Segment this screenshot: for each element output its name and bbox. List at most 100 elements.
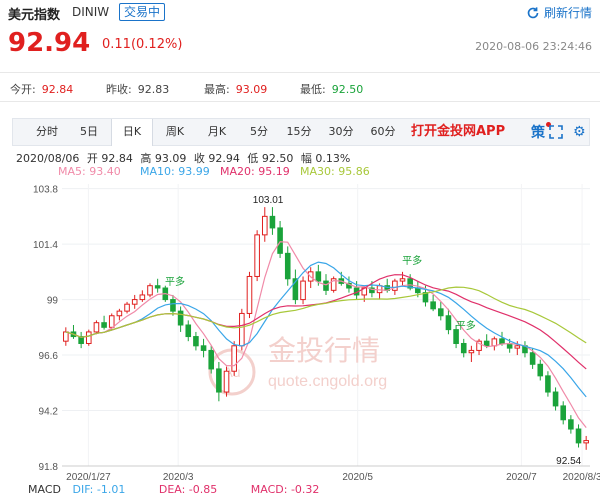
y-tick-label: 94.2 <box>39 407 59 418</box>
tab-monthly-k[interactable]: 月K <box>197 119 237 145</box>
tab-5min[interactable]: 5分 <box>241 119 277 145</box>
candle-body <box>568 419 574 430</box>
candle-body <box>483 340 490 347</box>
kline-chart[interactable]: 103.8 101.4 99 96.6 94.2 91.8 2020/1/27 2020/3 2… <box>0 178 600 483</box>
candle-body <box>63 331 69 342</box>
instrument-symbol: DINIW <box>72 5 110 19</box>
candle-body <box>445 315 452 331</box>
stat-open: 今开: 92.84 <box>10 81 73 97</box>
tab-daily-k[interactable]: 日K <box>111 119 153 146</box>
instrument-title: 美元指数 <box>8 8 61 23</box>
tab-5day[interactable]: 5日 <box>69 119 109 145</box>
candle-body <box>460 342 467 354</box>
candle-body <box>537 363 544 377</box>
stat-value: 92.83 <box>137 83 170 96</box>
stat-high: 最高: 93.09 <box>204 81 267 97</box>
ohlc-amplitude: 幅 0.13% <box>300 152 351 165</box>
x-tick-label: 2020/8/3 <box>563 472 600 483</box>
candle-body <box>399 278 406 282</box>
watermark-url: quote.cngold.org <box>268 373 387 390</box>
trading-status-badge: 交易中 <box>119 3 166 21</box>
candle-body <box>491 338 498 347</box>
y-tick-label: 96.6 <box>39 351 59 362</box>
x-tick-label: 2020/1/27 <box>66 472 111 483</box>
y-tick-label: 99 <box>47 296 59 307</box>
macd-legend: MACD DIF: -1.01 DEA: -0.85 MACD: -0.32 <box>28 483 319 496</box>
ma20-legend: MA20: 95.19 <box>220 165 290 178</box>
signal-label: 平多 <box>402 254 422 267</box>
candle-body <box>315 271 322 282</box>
candle-body <box>208 349 215 370</box>
ma10-legend: MA10: 93.99 <box>140 165 210 178</box>
tab-intraday[interactable]: 分时 <box>27 119 67 145</box>
tab-60min[interactable]: 60分 <box>363 119 403 145</box>
candle-body <box>139 294 146 301</box>
candle-body <box>85 331 92 344</box>
ma5-legend: MA5: 93.40 <box>58 165 121 178</box>
fullscreen-icon[interactable] <box>549 125 563 139</box>
stat-label: 最低: <box>300 83 326 96</box>
x-tick-label: 2020/7 <box>506 472 537 483</box>
tab-15min[interactable]: 15分 <box>281 119 317 145</box>
stat-value: 92.84 <box>41 83 74 96</box>
stat-prev-close: 昨收: 92.83 <box>106 81 169 97</box>
stats-row: 今开: 92.84 昨收: 92.83 最高: 93.09 最低: 92.50 <box>0 72 600 102</box>
candle-body <box>101 322 107 328</box>
candle-body <box>223 370 230 393</box>
candle-body <box>323 280 329 291</box>
signal-label: 平多 <box>165 275 185 288</box>
tab-weekly-k[interactable]: 周K <box>155 119 195 145</box>
ohlc-open: 开 92.84 <box>86 152 133 165</box>
candle-body <box>116 310 123 317</box>
watermark-brand: 金投行情 <box>268 334 380 367</box>
candle-body <box>177 310 184 326</box>
min-label: 92.54 <box>556 456 581 467</box>
candle-body <box>185 324 192 338</box>
candle-body <box>468 349 475 354</box>
refresh-label: 刷新行情 <box>543 6 592 20</box>
stat-value: 93.09 <box>235 83 268 96</box>
period-tabbar: 分时 5日 日K 周K 月K 5分 15分 30分 60分 打开金投网APP 策… <box>12 118 590 146</box>
candle-body <box>216 368 222 393</box>
candle-body <box>147 285 153 296</box>
macd-title: MACD <box>28 483 61 496</box>
tab-30min[interactable]: 30分 <box>321 119 361 145</box>
candle-body <box>552 391 559 407</box>
ohlc-low: 低 92.50 <box>247 152 294 165</box>
candle-body <box>231 345 237 372</box>
candle-body <box>392 280 398 291</box>
candle-body <box>131 299 138 305</box>
stat-label: 昨收: <box>106 83 132 96</box>
stat-label: 今开: <box>10 83 36 96</box>
settings-icon[interactable]: ⚙ <box>573 124 586 140</box>
macd-dea: DEA: -0.85 <box>158 483 218 496</box>
refresh-button[interactable]: 刷新行情 <box>526 4 592 21</box>
quote-timestamp: 2020-08-06 23:24:46 <box>475 40 592 53</box>
open-app-link[interactable]: 打开金投网APP <box>411 119 505 145</box>
y-tick-label: 91.8 <box>39 462 59 473</box>
candle-body <box>277 227 283 254</box>
stat-value: 92.50 <box>331 83 364 96</box>
candle-body <box>514 345 521 349</box>
price-change: 0.11(0.12%) <box>102 37 183 52</box>
strategy-icon[interactable]: 策 <box>531 122 545 142</box>
candle-body <box>269 215 276 229</box>
candle-body <box>437 308 444 317</box>
signal-label: 平多 <box>456 319 476 332</box>
candle-body <box>545 375 551 393</box>
candle-body <box>170 299 176 312</box>
candle-body <box>108 315 115 328</box>
candle-body <box>575 428 582 444</box>
candle-body <box>583 440 589 444</box>
candle-body <box>430 301 436 310</box>
candle-body <box>261 215 268 236</box>
x-tick-label: 2020/3 <box>163 472 194 483</box>
y-tick-label: 101.4 <box>33 240 58 251</box>
ma30-legend: MA30: 95.86 <box>300 165 370 178</box>
macd-dif: DIF: -1.01 <box>72 483 126 496</box>
candle-body <box>154 285 161 289</box>
macd-value: MACD: -0.32 <box>250 483 320 496</box>
candle-body <box>239 312 245 347</box>
candle-body <box>93 322 100 333</box>
ohlc-high: 高 93.09 <box>140 152 187 165</box>
